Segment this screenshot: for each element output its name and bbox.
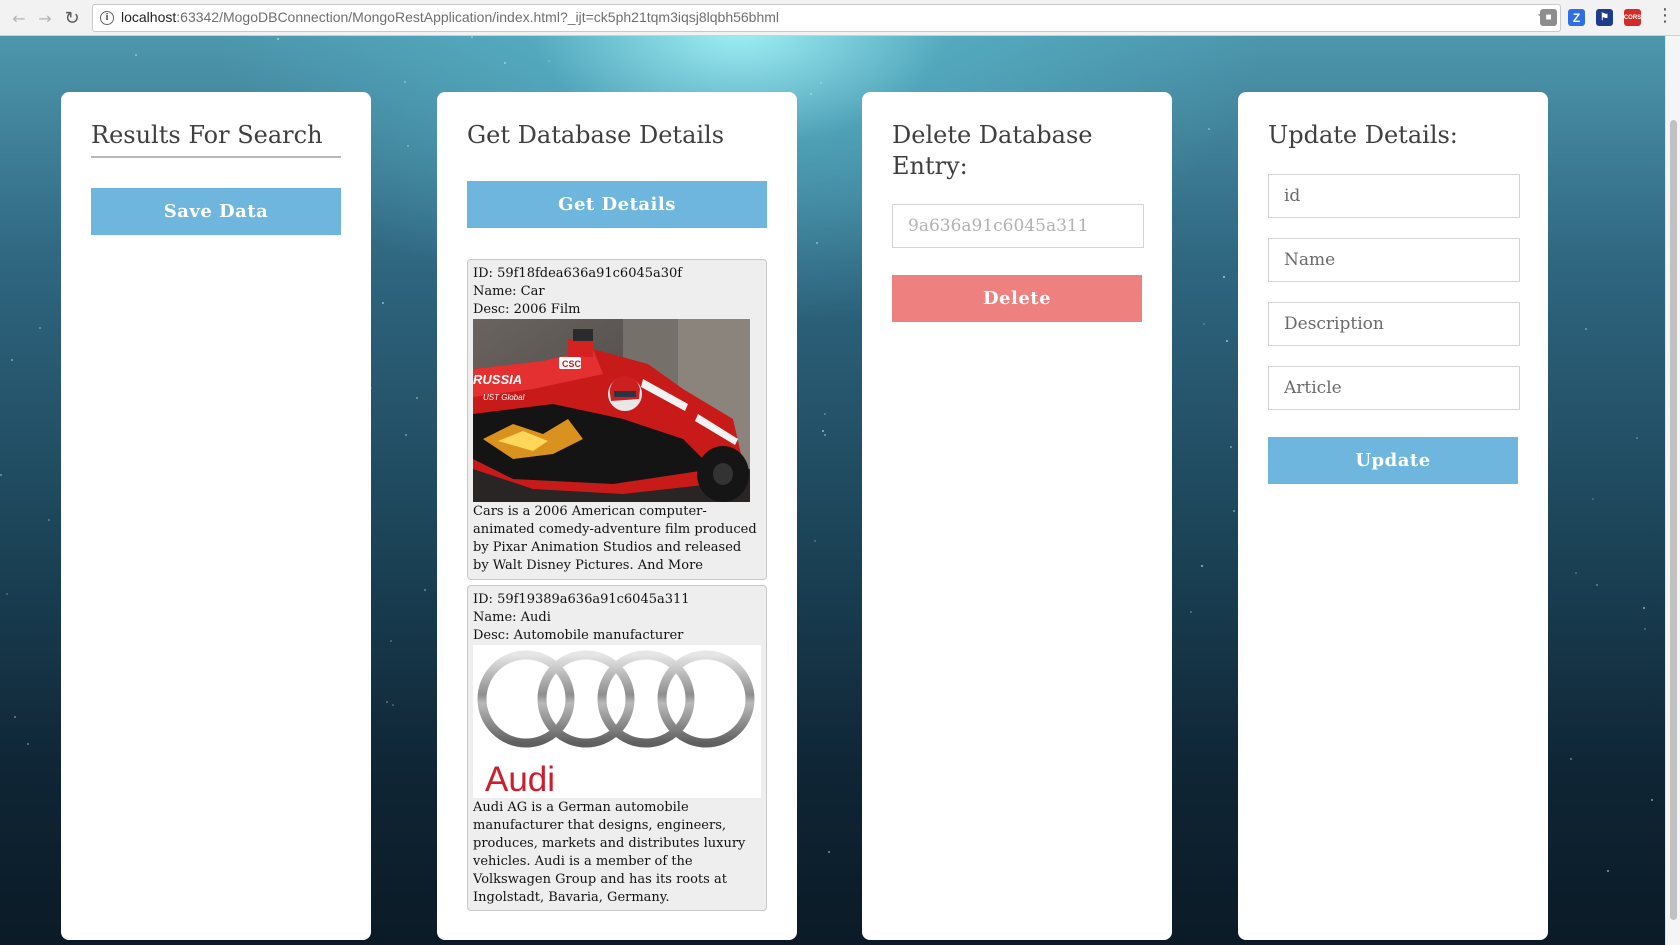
background-star (27, 743, 29, 745)
background-star (11, 359, 13, 361)
database-details-panel: Get Database Details Get Details ID: 59f… (437, 92, 797, 940)
background-star (135, 54, 137, 56)
background-star (404, 81, 406, 83)
background-star (1226, 340, 1228, 342)
background-star (14, 716, 16, 718)
update-description-field[interactable] (1268, 302, 1520, 346)
background-star (1596, 584, 1598, 586)
svg-text:Audi: Audi (485, 760, 555, 798)
background-star (820, 82, 822, 84)
shield-extension-icon[interactable]: ■ (1540, 9, 1557, 26)
background-star (548, 60, 550, 62)
database-details-title: Get Database Details (467, 121, 725, 149)
delete-title-line1: Delete Database (892, 121, 1093, 149)
background-star (1201, 565, 1203, 567)
background-star (1636, 437, 1638, 439)
background-star (48, 519, 50, 521)
background-star (824, 434, 826, 436)
update-details-title: Update Details: (1268, 121, 1458, 149)
get-details-button[interactable]: Get Details (467, 181, 767, 228)
delete-button[interactable]: Delete (892, 275, 1142, 322)
page-scrollbar[interactable] (1665, 36, 1680, 945)
background-star (1644, 628, 1646, 630)
svg-text:UST Global: UST Global (483, 393, 525, 402)
svg-text:RUSSIA: RUSSIA (473, 372, 522, 387)
background-star (1223, 276, 1225, 278)
search-results-panel: Results For Search Save Data (61, 92, 371, 940)
search-results-title: Results For Search (91, 121, 323, 149)
background-star (816, 242, 818, 244)
background-star (39, 327, 41, 329)
forward-arrow-icon[interactable]: → (34, 7, 56, 29)
flag-extension-icon[interactable]: ⚑ (1596, 9, 1613, 26)
update-button[interactable]: Update (1268, 437, 1518, 484)
background-star (1233, 510, 1235, 512)
update-details-panel: Update Details: Update (1238, 92, 1548, 940)
background-star (1190, 611, 1192, 613)
delete-title-line2: Entry: (892, 152, 968, 180)
browser-toolbar: ← → ↻ i localhost:63342/MogoDBConnection… (0, 0, 1680, 36)
reload-icon[interactable]: ↻ (61, 7, 83, 29)
url-text: localhost:63342/MogoDBConnection/MongoRe… (121, 9, 780, 25)
background-star (407, 145, 409, 147)
result-id: ID: 59f18fdea636a91c6045a30f (473, 266, 683, 281)
result-desc: Desc: Automobile manufacturer (473, 628, 684, 643)
z-extension-icon[interactable]: Z (1568, 9, 1585, 26)
background-star (828, 851, 830, 853)
cors-extension-icon[interactable]: CORS (1624, 9, 1641, 26)
background-star (1208, 128, 1210, 130)
back-arrow-icon[interactable]: ← (8, 7, 30, 29)
race-car-image: RUSSIA UST Global CSC (473, 319, 750, 502)
background-star (386, 701, 388, 703)
background-star (824, 413, 826, 415)
background-star (6, 593, 8, 595)
background-star (504, 62, 506, 64)
audi-logo-image: Audi (473, 645, 761, 798)
background-star (1592, 498, 1594, 500)
delete-id-input[interactable] (892, 204, 1144, 248)
result-desc: Desc: 2006 Film (473, 302, 581, 317)
update-id-field[interactable] (1268, 174, 1520, 218)
result-name: Name: Audi (473, 610, 551, 625)
background-star (382, 302, 384, 304)
background-star (471, 36, 473, 38)
update-article-field[interactable] (1268, 366, 1520, 410)
background-star (390, 640, 392, 642)
title-divider (91, 156, 341, 158)
delete-entry-title: Delete Database Entry: (892, 120, 1093, 182)
result-name: Name: Car (473, 284, 545, 299)
background-star (1203, 323, 1205, 325)
update-name-field[interactable] (1268, 238, 1520, 282)
background-star (814, 540, 816, 542)
chrome-menu-icon[interactable]: ⋮ (1656, 6, 1674, 26)
background-star (1651, 799, 1653, 801)
background-star (1570, 758, 1572, 760)
background-star (424, 589, 426, 591)
background-star (822, 430, 824, 432)
result-article: Cars is a 2006 American computer-animate… (473, 504, 757, 573)
background-star (405, 434, 407, 436)
background-star (277, 38, 279, 40)
background-star (1643, 607, 1645, 609)
svg-text:CSC: CSC (562, 359, 582, 369)
background-star (0, 474, 2, 476)
background-star (392, 704, 394, 706)
background-star (810, 93, 812, 95)
result-id: ID: 59f19389a636a91c6045a311 (473, 592, 690, 607)
scrollbar-thumb[interactable] (1670, 120, 1677, 920)
background-star (1585, 328, 1587, 330)
result-article: Audi AG is a German automobile manufactu… (473, 800, 746, 905)
delete-entry-panel: Delete Database Entry: Delete (862, 92, 1172, 940)
background-star (1575, 572, 1577, 574)
background-star (1607, 870, 1609, 872)
result-card: ID: 59f19389a636a91c6045a311 Name: Audi … (467, 585, 767, 911)
address-bar[interactable]: i localhost:63342/MogoDBConnection/Mongo… (92, 4, 1561, 32)
result-card: ID: 59f18fdea636a91c6045a30f Name: Car D… (467, 259, 767, 580)
site-info-icon[interactable]: i (100, 11, 114, 25)
background-star (1230, 446, 1232, 448)
save-data-button[interactable]: Save Data (91, 188, 341, 235)
background-star (416, 397, 418, 399)
